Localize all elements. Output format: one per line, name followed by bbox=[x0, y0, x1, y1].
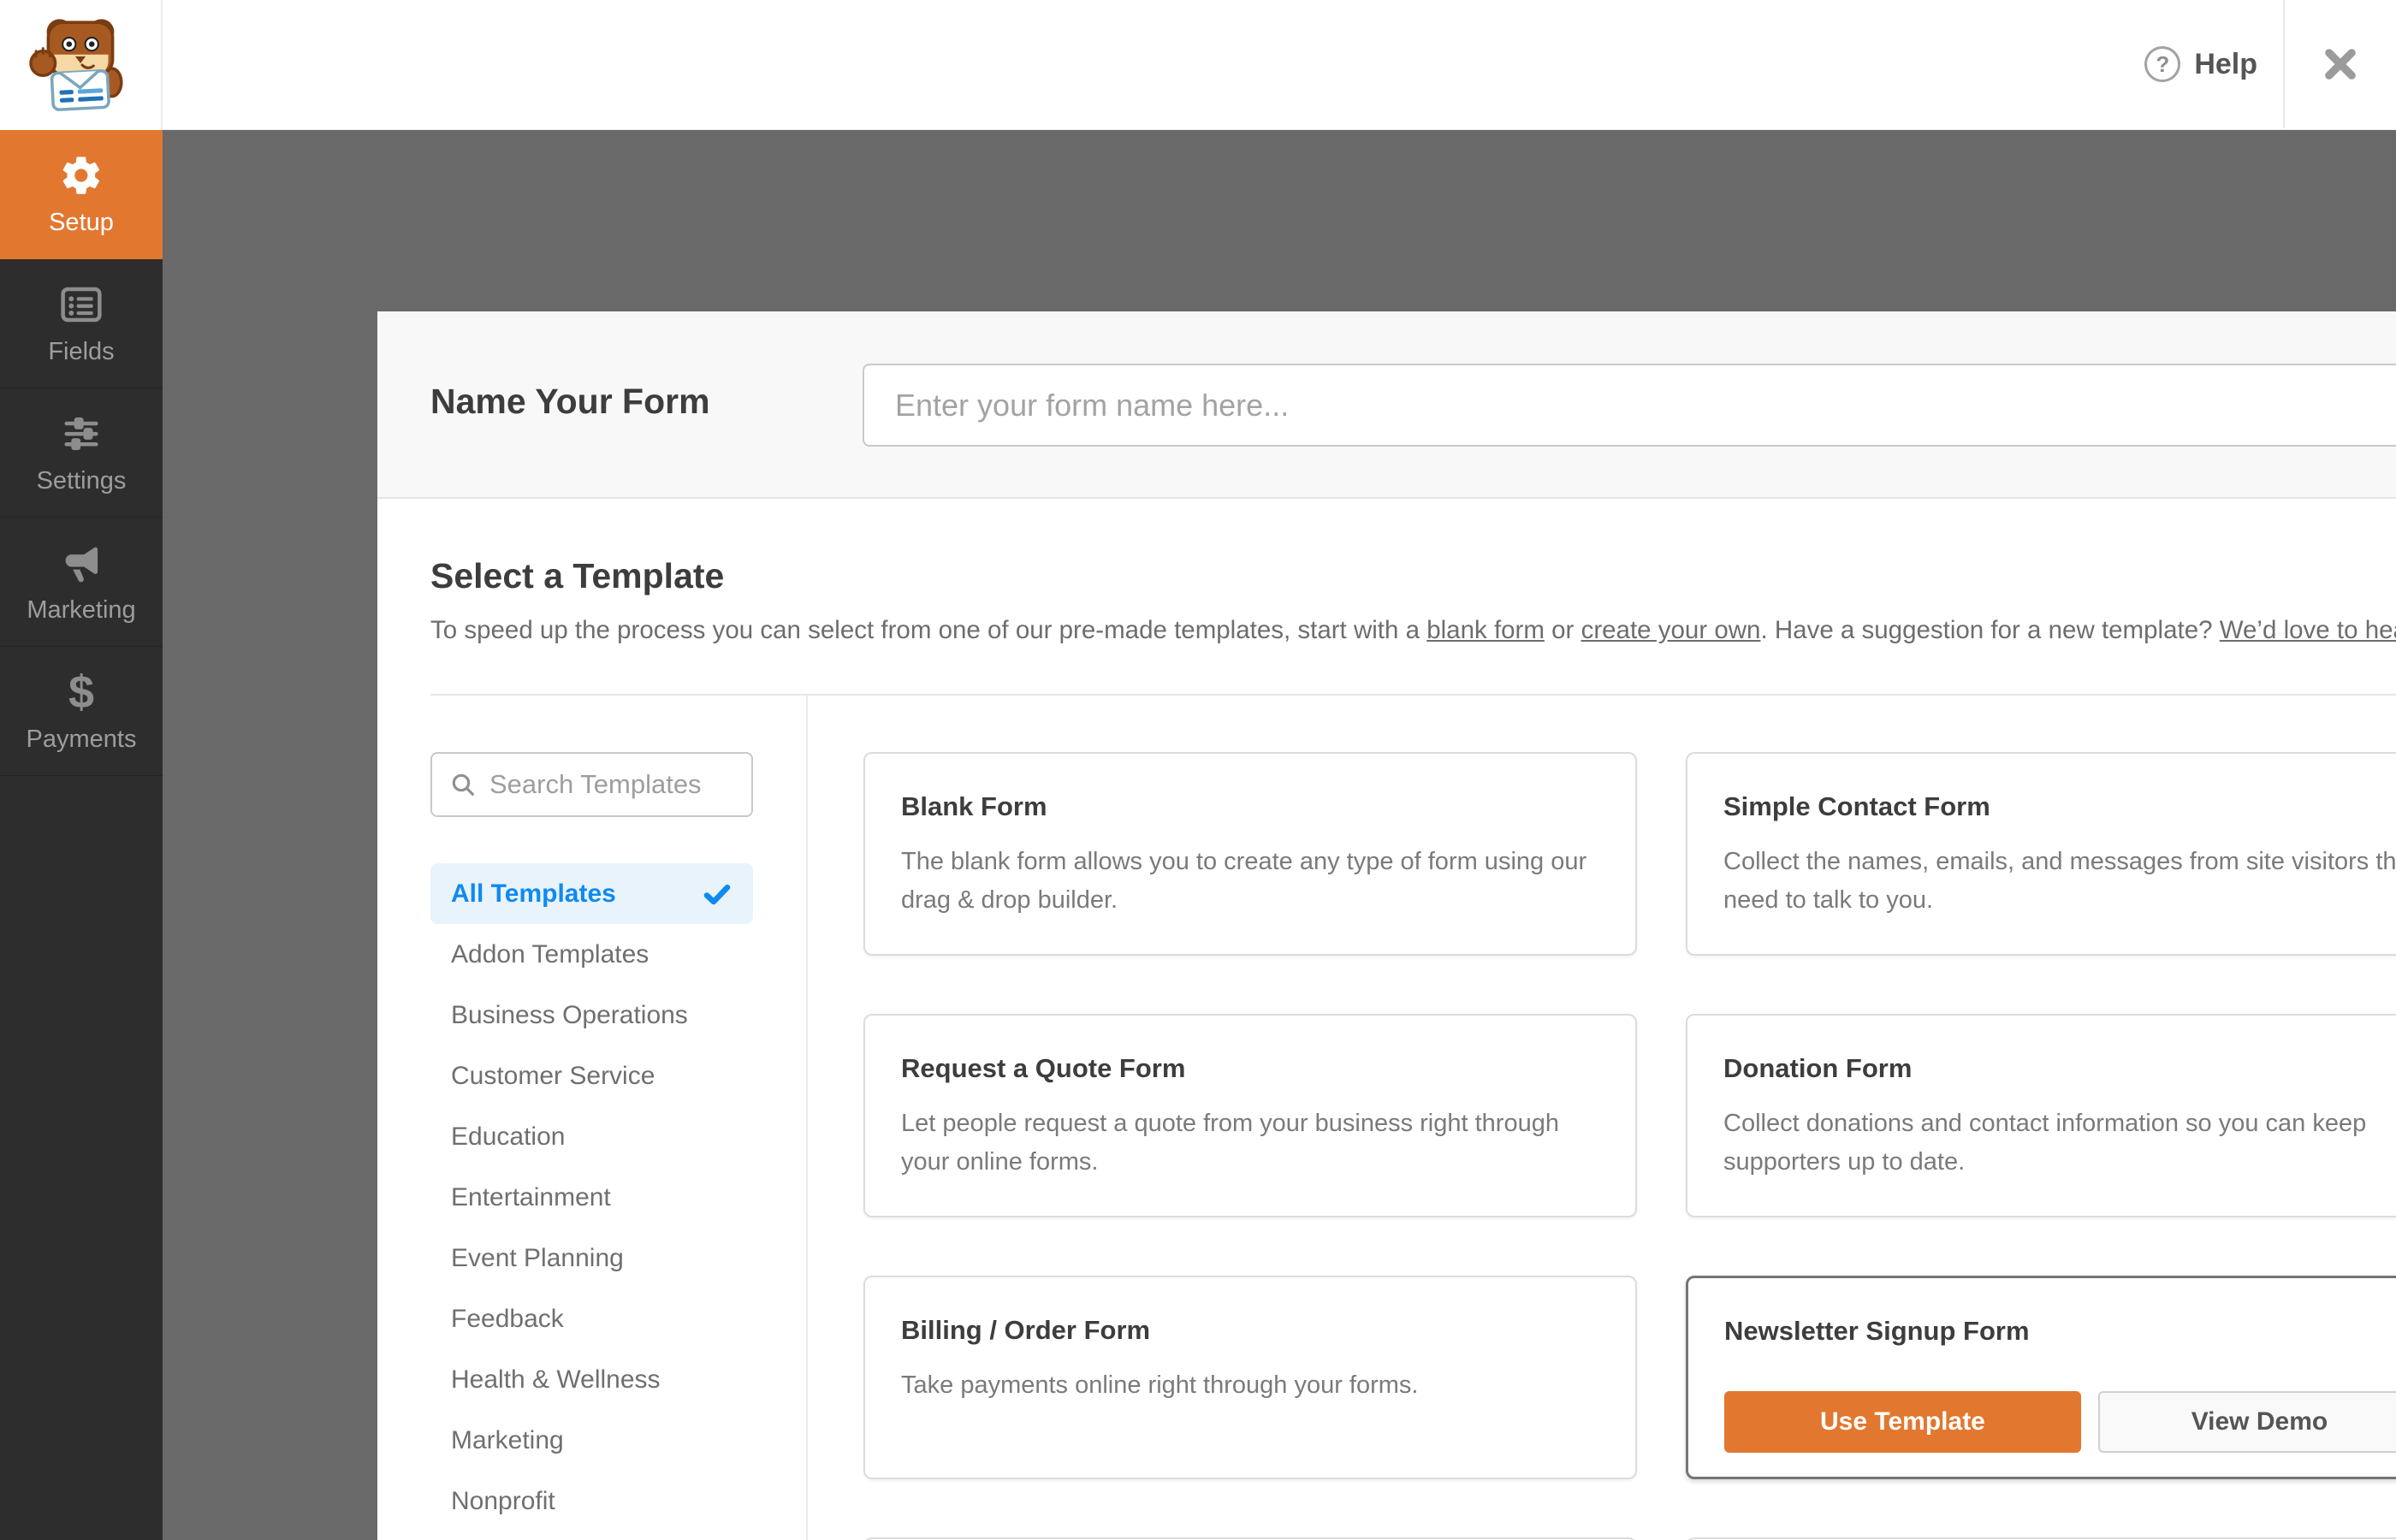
search-icon bbox=[449, 771, 477, 798]
template-title: Donation Form bbox=[1723, 1053, 1913, 1083]
template-title: Billing / Order Form bbox=[901, 1315, 1151, 1345]
category-label: Event Planning bbox=[451, 1243, 624, 1272]
category-feedback[interactable]: Feedback bbox=[430, 1288, 753, 1349]
template-category-list: All Templates Addon Templates Business O… bbox=[430, 863, 753, 1540]
template-card-actions: Use Template View Demo bbox=[1724, 1391, 2396, 1453]
dollar-icon: $ bbox=[68, 666, 95, 718]
category-all-templates[interactable]: All Templates bbox=[430, 863, 753, 924]
sliders-icon bbox=[59, 411, 104, 457]
template-description: Let people request a quote from your bus… bbox=[901, 1110, 1559, 1176]
category-health-wellness[interactable]: Health & Wellness bbox=[430, 1349, 753, 1410]
help-button[interactable]: ? Help bbox=[2144, 0, 2257, 128]
category-label: Feedback bbox=[451, 1304, 564, 1333]
search-templates-input[interactable] bbox=[489, 769, 734, 800]
category-label: Health & Wellness bbox=[451, 1365, 661, 1394]
sidebar-item-label: Settings bbox=[36, 466, 127, 495]
template-title: Blank Form bbox=[901, 791, 1047, 821]
template-card-blank-form[interactable]: Blank Form The blank form allows you to … bbox=[863, 752, 1637, 956]
category-nonprofit[interactable]: Nonprofit bbox=[430, 1471, 753, 1531]
sidebar-item-marketing[interactable]: Marketing bbox=[0, 518, 163, 647]
wpforms-bear-icon bbox=[29, 19, 123, 111]
category-education[interactable]: Education bbox=[430, 1106, 753, 1167]
use-template-button[interactable]: Use Template bbox=[1724, 1391, 2081, 1453]
view-demo-button[interactable]: View Demo bbox=[2097, 1391, 2396, 1453]
sidebar-item-setup[interactable]: Setup bbox=[0, 130, 163, 259]
form-builder-page: ? Help Setup Fields Settings Marketing $… bbox=[0, 0, 2396, 1540]
template-card-donation-form[interactable]: Donation Form Collect donations and cont… bbox=[1686, 1014, 2396, 1217]
setup-modal: Name Your Form Select a Template To spee… bbox=[377, 311, 2396, 1540]
select-template-heading: Select a Template bbox=[430, 556, 725, 595]
fields-list-icon bbox=[58, 281, 104, 328]
sidebar-item-label: Payments bbox=[26, 725, 137, 753]
column-divider bbox=[806, 696, 808, 1540]
name-your-form-section: Name Your Form bbox=[377, 311, 2396, 499]
category-label: Marketing bbox=[451, 1425, 564, 1454]
category-label: Addon Templates bbox=[451, 939, 649, 968]
category-marketing[interactable]: Marketing bbox=[430, 1410, 753, 1471]
sidebar-item-label: Fields bbox=[48, 337, 115, 365]
template-description: Take payments online right through your … bbox=[901, 1371, 1419, 1399]
intro-text: . Have a suggestion for a new template? bbox=[1760, 616, 2220, 644]
category-label: Entertainment bbox=[451, 1182, 611, 1211]
section-divider bbox=[430, 694, 2396, 696]
category-label: Business Operations bbox=[451, 1000, 688, 1029]
wpforms-logo bbox=[0, 0, 163, 130]
template-title: Newsletter Signup Form bbox=[1724, 1316, 2030, 1346]
template-title: Request a Quote Form bbox=[901, 1053, 1186, 1083]
category-business-operations[interactable]: Business Operations bbox=[430, 985, 753, 1045]
sidebar-item-fields[interactable]: Fields bbox=[0, 259, 163, 388]
suggest-template-link[interactable]: We’d love to hear it bbox=[2220, 616, 2396, 644]
form-name-input[interactable] bbox=[863, 364, 2396, 447]
blank-form-link[interactable]: blank form bbox=[1426, 616, 1545, 644]
close-icon bbox=[2325, 49, 2356, 80]
category-label: Customer Service bbox=[451, 1061, 655, 1090]
template-description: The blank form allows you to create any … bbox=[901, 848, 1587, 914]
category-addon-templates[interactable]: Addon Templates bbox=[430, 924, 753, 985]
template-card-request-a-quote-form[interactable]: Request a Quote Form Let people request … bbox=[863, 1014, 1637, 1217]
sidebar-item-payments[interactable]: $ Payments bbox=[0, 647, 163, 776]
modal-overlay: Name Your Form Select a Template To spee… bbox=[163, 130, 2396, 1540]
template-card-simple-contact-form[interactable]: Simple Contact Form Collect the names, e… bbox=[1686, 752, 2396, 956]
template-card-billing-order-form[interactable]: Billing / Order Form Take payments onlin… bbox=[863, 1276, 1637, 1479]
sidebar-item-label: Marketing bbox=[27, 595, 136, 624]
category-label: All Templates bbox=[451, 879, 616, 908]
help-label: Help bbox=[2194, 47, 2257, 80]
category-label: Nonprofit bbox=[451, 1486, 555, 1515]
check-icon bbox=[702, 879, 732, 909]
intro-text: or bbox=[1544, 616, 1581, 644]
template-search bbox=[430, 752, 753, 817]
template-description: Collect donations and contact informatio… bbox=[1723, 1110, 2367, 1176]
template-title: Simple Contact Form bbox=[1723, 791, 1990, 821]
create-your-own-link[interactable]: create your own bbox=[1581, 616, 1761, 644]
category-registrations[interactable]: Registrations bbox=[430, 1531, 753, 1540]
intro-text: To speed up the process you can select f… bbox=[430, 616, 1427, 644]
category-event-planning[interactable]: Event Planning bbox=[430, 1228, 753, 1288]
name-your-form-label: Name Your Form bbox=[430, 382, 710, 421]
template-card-newsletter-signup-form[interactable]: Newsletter Signup Form Use Template View… bbox=[1686, 1276, 2396, 1479]
template-description: Collect the names, emails, and messages … bbox=[1723, 848, 2396, 914]
builder-sidebar: Setup Fields Settings Marketing $ Paymen… bbox=[0, 130, 163, 1540]
sidebar-item-settings[interactable]: Settings bbox=[0, 388, 163, 518]
top-bar: ? Help bbox=[0, 0, 2396, 130]
category-customer-service[interactable]: Customer Service bbox=[430, 1045, 753, 1106]
gear-icon bbox=[59, 152, 104, 198]
help-question-icon: ? bbox=[2144, 46, 2181, 82]
category-entertainment[interactable]: Entertainment bbox=[430, 1167, 753, 1228]
category-label: Education bbox=[451, 1122, 566, 1151]
template-intro-text: To speed up the process you can select f… bbox=[430, 616, 2396, 645]
sidebar-item-label: Setup bbox=[49, 208, 114, 236]
megaphone-icon bbox=[58, 540, 104, 586]
close-builder-button[interactable] bbox=[2285, 0, 2396, 128]
